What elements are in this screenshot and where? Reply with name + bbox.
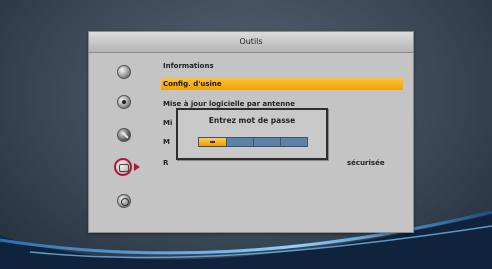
menu-item-6[interactable]: R (163, 157, 168, 169)
menu-item-informations[interactable]: Informations (163, 60, 214, 72)
target-icon[interactable] (117, 95, 131, 109)
wrench-icon[interactable] (117, 128, 131, 142)
pin-separator (253, 138, 254, 146)
pin-separator (226, 138, 227, 146)
globe-icon[interactable] (117, 194, 131, 208)
tools-icon[interactable] (114, 158, 132, 176)
dialog-title: Entrez mot de passe (208, 116, 296, 125)
tv-screen: Outils Informations Config. d'usine Mise… (0, 0, 492, 269)
password-dialog: Entrez mot de passe (176, 108, 328, 160)
password-input[interactable] (198, 137, 308, 147)
pin-separator (280, 138, 281, 146)
menu-item-4[interactable]: Mi (163, 117, 172, 129)
menu-item-factory-settings[interactable]: Config. d'usine (161, 78, 403, 90)
menu-item-6-suffix: sécurisée (347, 159, 385, 167)
selection-pointer-icon (134, 163, 140, 171)
disc-icon[interactable] (117, 65, 131, 79)
pin-mask-char (210, 141, 215, 143)
menu-item-5[interactable]: M (163, 136, 170, 148)
panel-title: Outils (89, 32, 413, 53)
